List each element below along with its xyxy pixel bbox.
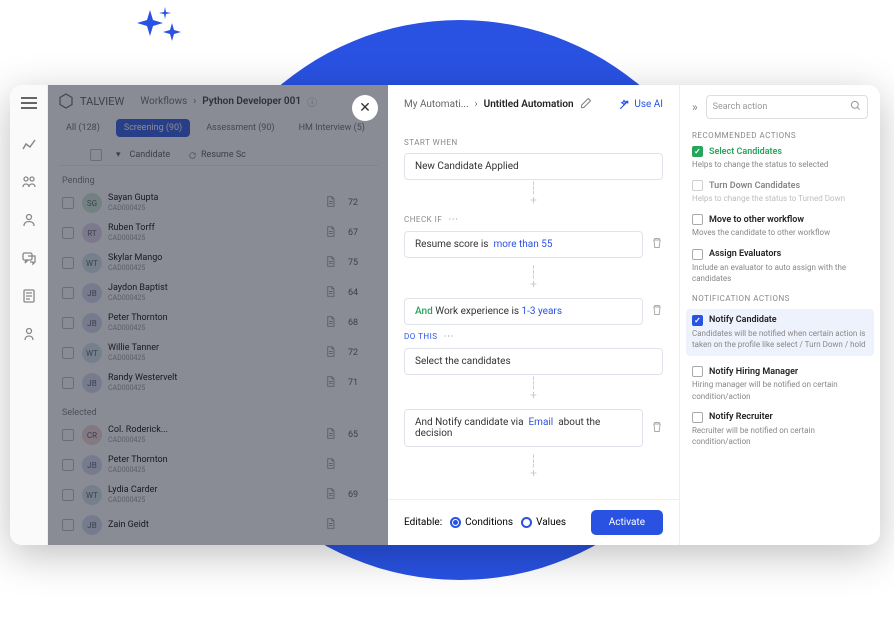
checkbox-icon: ✓ (692, 146, 703, 157)
delete-icon[interactable] (651, 304, 663, 319)
person-icon[interactable] (20, 325, 38, 343)
editable-label: Editable: (404, 517, 442, 528)
checkbox-icon (692, 366, 703, 377)
automation-builder-panel: My Automati... › Untitled Automation Use… (388, 85, 680, 545)
menu-icon[interactable] (21, 97, 37, 109)
connector-icon: ┆+ (404, 180, 663, 208)
candidate-list-panel: TALVIEW Workflows › Python Developer 001… (48, 85, 388, 545)
users-icon[interactable] (20, 173, 38, 191)
left-nav-rail (10, 85, 48, 545)
delete-icon[interactable] (651, 421, 663, 436)
search-input[interactable]: Search action (706, 95, 868, 119)
activate-button[interactable]: Activate (591, 510, 663, 535)
recommended-section: RECOMMENDED ACTIONS (692, 131, 868, 140)
action-turn-down[interactable]: Turn Down CandidatesHelps to change the … (692, 180, 868, 204)
checkbox-icon (692, 249, 703, 260)
action-notify-recruiter[interactable]: Notify RecruiterRecruiter will be notifi… (692, 412, 868, 447)
connector-icon: ┆+ (404, 264, 663, 292)
chat-icon[interactable] (20, 249, 38, 267)
action-2[interactable]: And Notify candidate via Email about the… (404, 409, 643, 447)
chevron-right-icon: › (475, 99, 478, 110)
close-button[interactable]: ✕ (352, 95, 378, 121)
breadcrumb-parent[interactable]: My Automati... (404, 99, 469, 110)
delete-icon[interactable] (651, 237, 663, 252)
app-window: TALVIEW Workflows › Python Developer 001… (10, 85, 880, 545)
use-ai-button[interactable]: Use AI (618, 99, 663, 111)
connector-icon: ┆+ (404, 453, 663, 481)
notes-icon[interactable] (20, 287, 38, 305)
notification-section: NOTIFICATION ACTIONS (692, 294, 868, 303)
checkbox-icon (692, 180, 703, 191)
checkbox-icon (692, 412, 703, 423)
check-if-label: CHECK IF⋯ (404, 214, 663, 225)
action-notify-hiring-manager[interactable]: Notify Hiring ManagerHiring manager will… (692, 366, 868, 401)
action-move-workflow[interactable]: Move to other workflowMoves the candidat… (692, 214, 868, 238)
condition-1[interactable]: Resume score is more than 55 (404, 231, 643, 258)
start-when-label: START WHEN (404, 138, 663, 147)
checkbox-icon (692, 214, 703, 225)
search-icon (850, 100, 861, 114)
actions-panel: » Search action RECOMMENDED ACTIONS ✓Sel… (680, 85, 880, 545)
sparkle-decoration (130, 5, 190, 59)
condition-2[interactable]: And Work experience is 1-3 years (404, 298, 643, 325)
action-notify-candidate[interactable]: ✓Notify CandidateCandidates will be noti… (686, 309, 874, 356)
collapse-icon[interactable]: » (692, 100, 698, 114)
radio-values[interactable] (521, 517, 532, 528)
automation-title: Untitled Automation (484, 99, 574, 110)
do-this-label: DO THIS⋯ (404, 331, 663, 342)
more-icon[interactable]: ⋯ (448, 214, 459, 225)
more-icon[interactable]: ⋯ (444, 331, 455, 342)
radio-conditions[interactable] (450, 517, 461, 528)
connector-icon: ┆+ (404, 375, 663, 403)
analytics-icon[interactable] (20, 135, 38, 153)
checkbox-icon: ✓ (692, 315, 703, 326)
modal-overlay (48, 85, 388, 545)
edit-icon[interactable] (580, 97, 592, 112)
action-1[interactable]: Select the candidates (404, 348, 663, 375)
trigger-box[interactable]: New Candidate Applied (404, 153, 663, 180)
action-select-candidates[interactable]: ✓Select CandidatesHelps to change the st… (692, 146, 868, 170)
action-assign-evaluators[interactable]: Assign EvaluatorsInclude an evaluator to… (692, 249, 868, 284)
user-icon[interactable] (20, 211, 38, 229)
